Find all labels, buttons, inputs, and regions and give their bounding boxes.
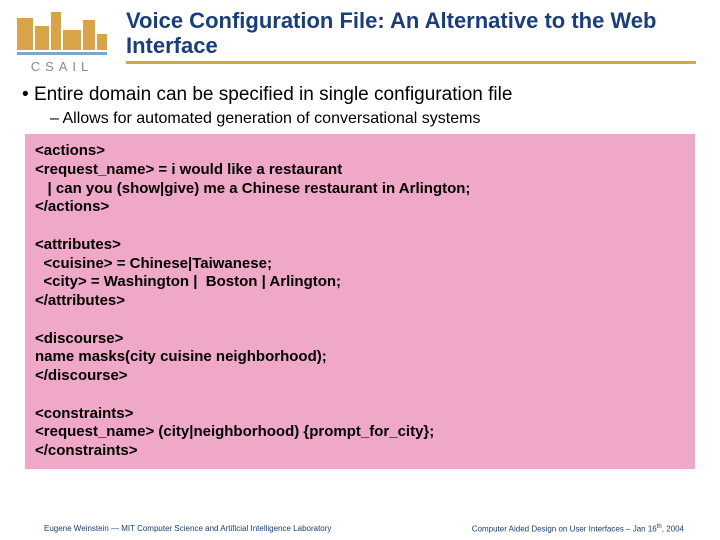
bullet-level-1: Entire domain can be specified in single… xyxy=(22,84,698,106)
bullet-level-2: Allows for automated generation of conve… xyxy=(22,110,698,128)
title-underline xyxy=(126,61,696,64)
slide-title: Voice Configuration File: An Alternative… xyxy=(126,6,708,59)
logo-divider xyxy=(17,52,107,55)
logo-buildings-icon xyxy=(17,6,107,50)
slide-header: CSAIL Voice Configuration File: An Alter… xyxy=(0,0,720,74)
footer-left: Eugene Weinstein — MIT Computer Science … xyxy=(44,524,331,534)
config-code-block: <actions> <request_name> = i would like … xyxy=(25,134,695,469)
title-block: Voice Configuration File: An Alternative… xyxy=(126,6,708,64)
footer-right-post: , 2004 xyxy=(662,525,684,534)
logo-text: CSAIL xyxy=(31,59,94,74)
csail-logo: CSAIL xyxy=(12,6,112,74)
footer-right-pre: Computer Aided Design on User Interfaces… xyxy=(472,525,657,534)
slide-content: Entire domain can be specified in single… xyxy=(0,74,720,469)
slide-footer: Eugene Weinstein — MIT Computer Science … xyxy=(0,524,720,534)
footer-right: Computer Aided Design on User Interfaces… xyxy=(472,524,684,534)
